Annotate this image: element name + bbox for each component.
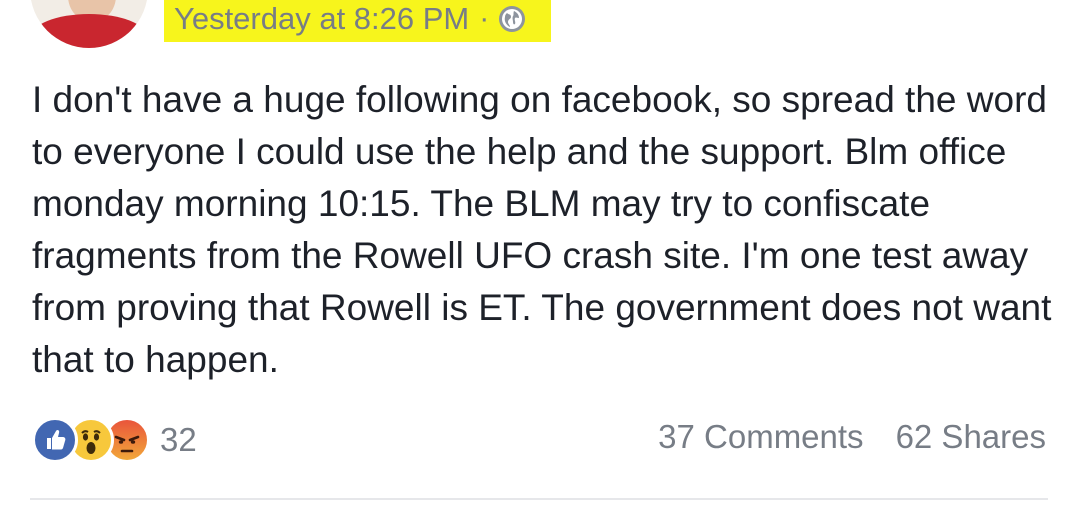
meta-separator: · — [479, 2, 490, 35]
post-meta: Yesterday at 8:26 PM · — [164, 0, 552, 42]
like-icon — [32, 417, 78, 463]
comments-link[interactable]: 37 Comments — [658, 418, 863, 456]
post-text: I don't have a huge following on faceboo… — [32, 79, 1052, 380]
post-stats: 37 Comments 62 Shares — [658, 418, 1046, 456]
reactions-summary[interactable]: 32 — [32, 414, 197, 466]
avatar-shirt — [30, 14, 148, 48]
post-timestamp[interactable]: Yesterday at 8:26 PM — [174, 1, 469, 37]
globe-icon[interactable] — [499, 6, 526, 32]
shares-link[interactable]: 62 Shares — [896, 418, 1046, 456]
reaction-count: 32 — [160, 421, 197, 458]
avatar[interactable] — [30, 0, 148, 48]
divider — [30, 498, 1048, 500]
